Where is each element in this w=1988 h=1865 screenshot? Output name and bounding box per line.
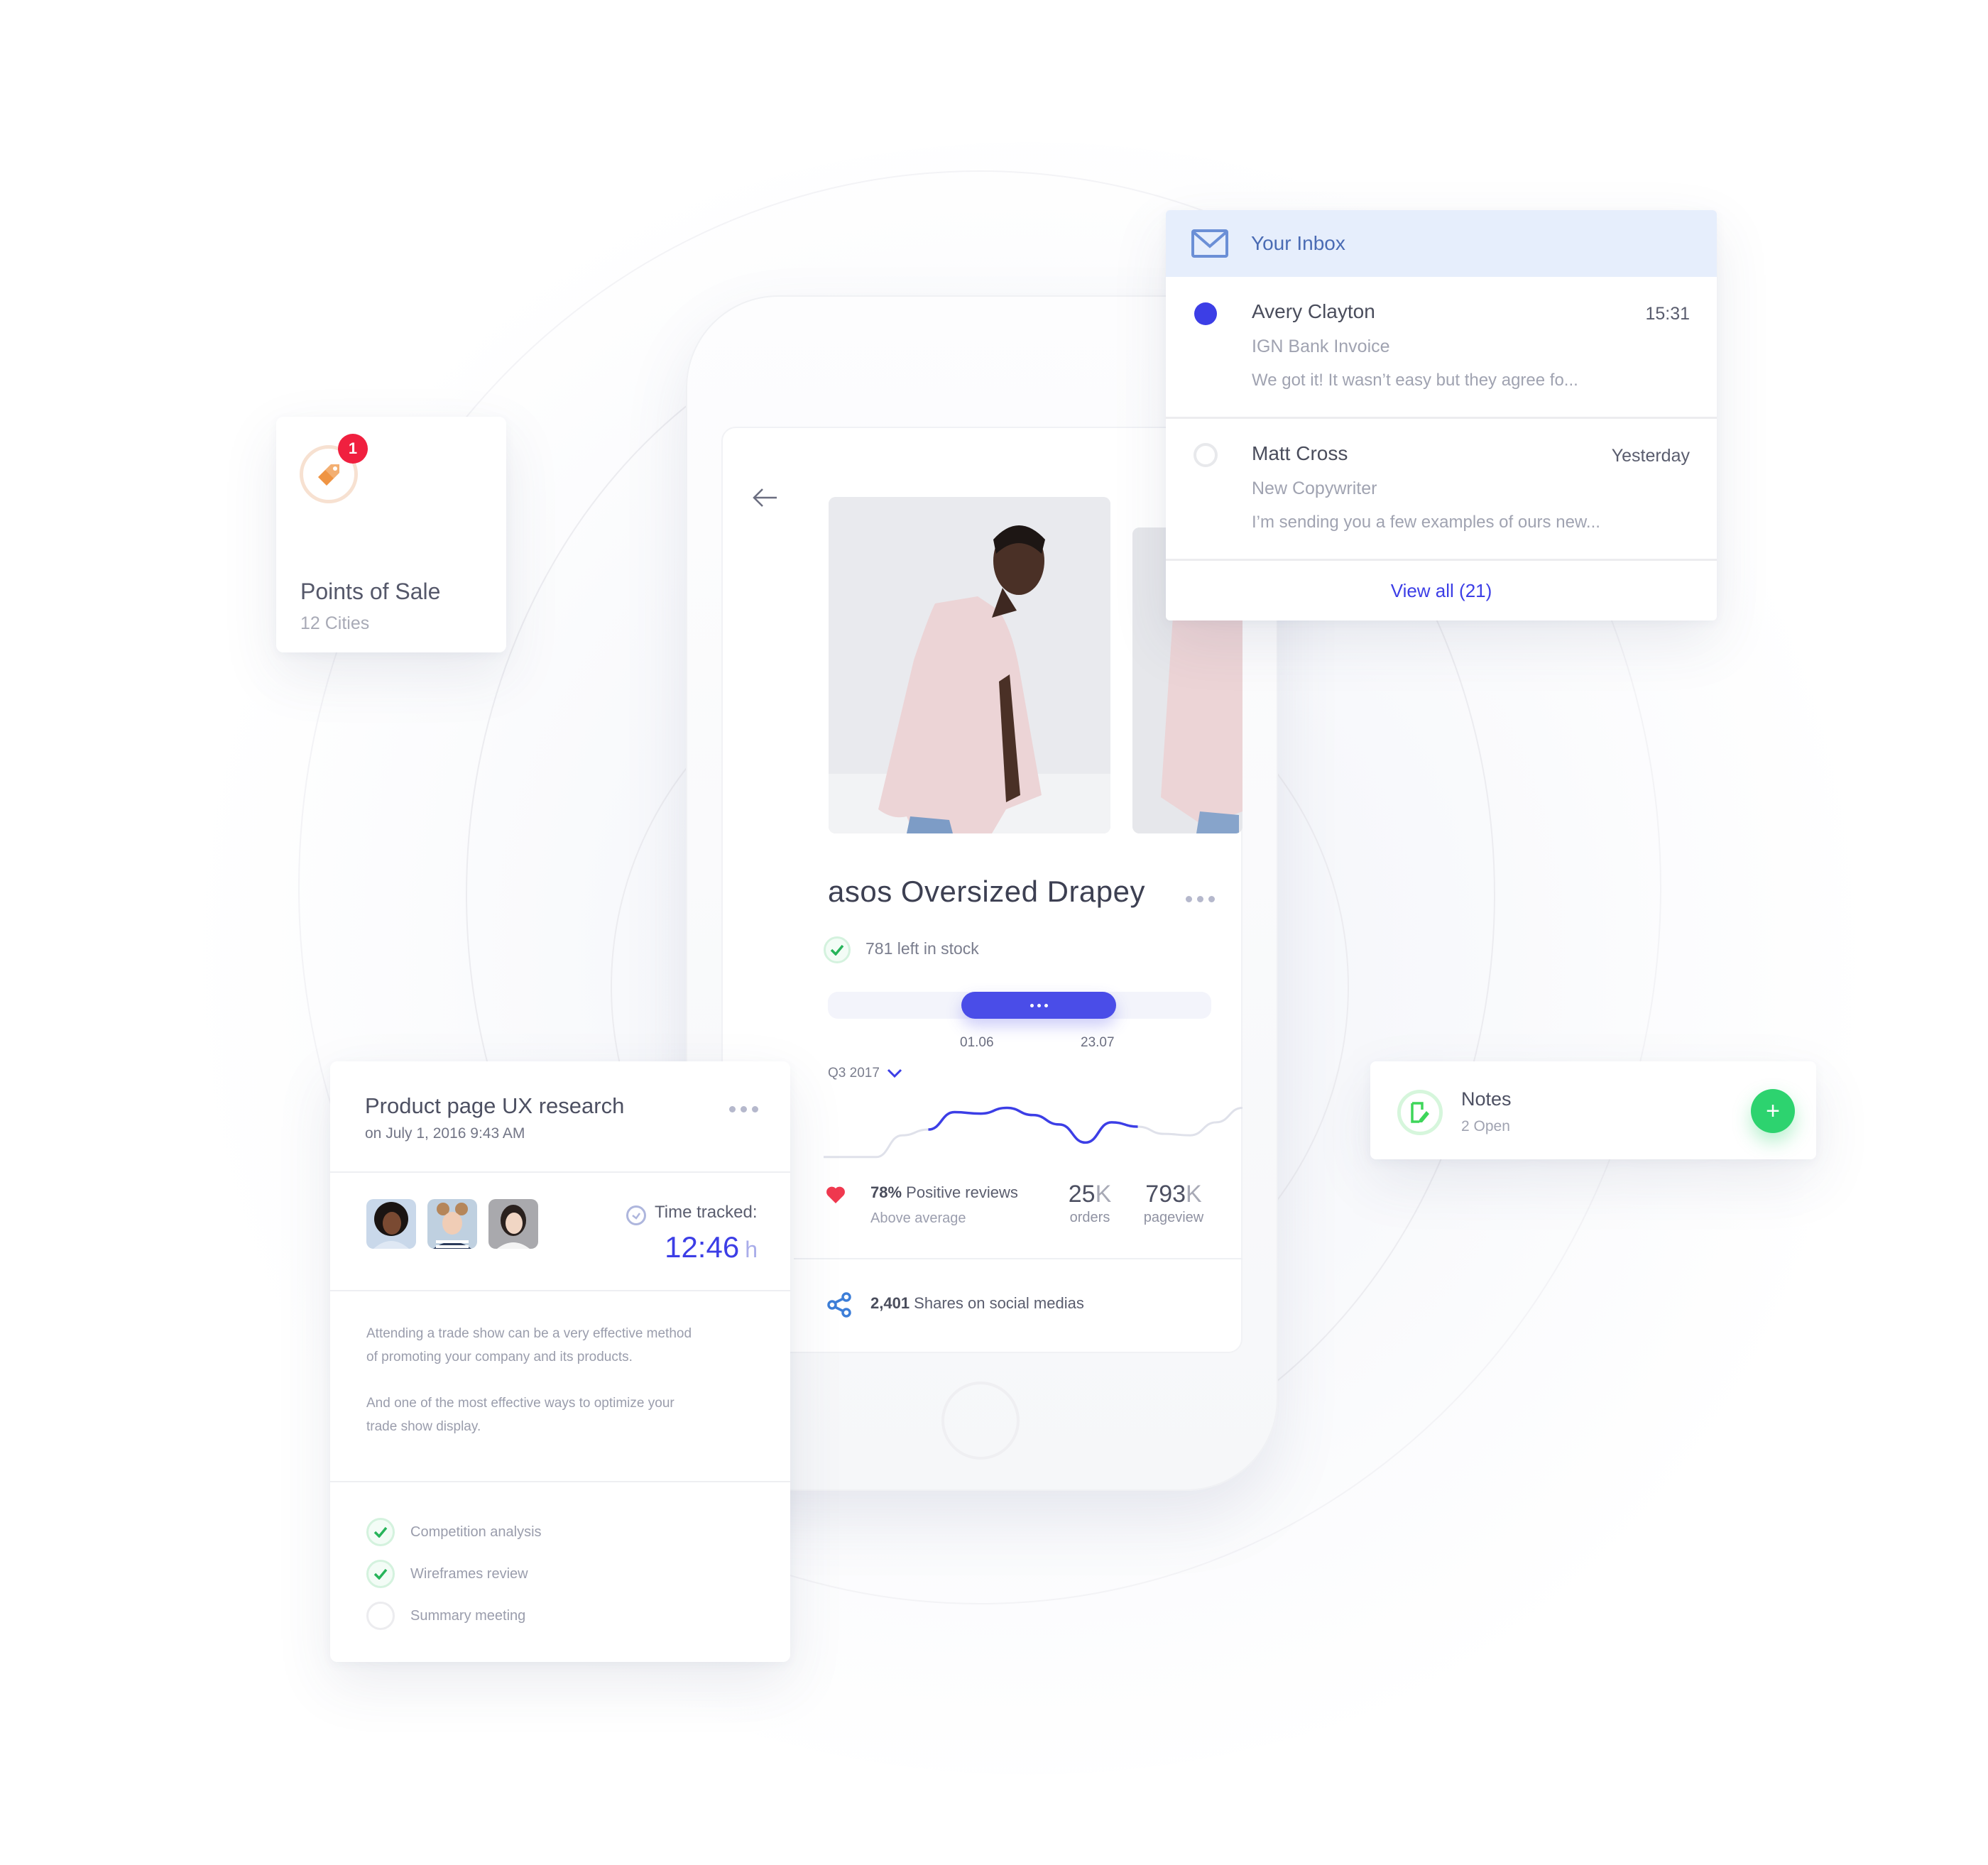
dot-icon <box>1197 896 1203 902</box>
view-all-link[interactable]: View all (21) <box>1166 561 1717 602</box>
task-label: Summary meeting <box>410 1607 526 1624</box>
mail-preview: We got it! It wasn’t easy but they agree… <box>1252 371 1578 390</box>
dot-icon <box>741 1106 747 1112</box>
heart-icon <box>826 1186 845 1203</box>
avatar[interactable] <box>488 1199 538 1249</box>
mail-item[interactable]: Matt Cross Yesterday New Copywriter I’m … <box>1166 419 1717 561</box>
phone-home-button[interactable] <box>941 1382 1020 1460</box>
dot-icon <box>1186 896 1192 902</box>
inbox-title: Your Inbox <box>1251 232 1345 254</box>
reviews-percent: 78% <box>870 1183 902 1201</box>
shares-count: 2,401 <box>870 1294 910 1312</box>
pageview-value: 793 <box>1145 1181 1186 1208</box>
envelope-icon <box>1191 229 1228 258</box>
mail-sender: Avery Clayton <box>1252 300 1375 322</box>
description-paragraph: Attending a trade show can be a very eff… <box>366 1326 692 1364</box>
shares-label: Shares on social medias <box>910 1294 1084 1312</box>
mail-time: 15:31 <box>1645 304 1690 324</box>
task-label: Competition analysis <box>410 1524 542 1540</box>
trend-chart <box>824 1106 1242 1159</box>
read-indicator-icon <box>1194 443 1218 467</box>
chevron-down-icon <box>887 1068 902 1078</box>
dot-icon <box>1208 896 1215 902</box>
clock-icon <box>626 1205 646 1225</box>
pos-subtitle: 12 Cities <box>300 613 370 633</box>
reviews-label: Positive reviews <box>902 1183 1018 1201</box>
divider <box>794 1258 1242 1259</box>
inbox-header[interactable]: Your Inbox <box>1166 210 1717 277</box>
orders-value: 25 <box>1068 1181 1096 1208</box>
share-icon[interactable] <box>827 1292 851 1318</box>
mail-item[interactable]: Avery Clayton 15:31 IGN Bank Invoice We … <box>1166 277 1717 419</box>
stock-check-icon <box>824 936 851 963</box>
pageview-label: pageview <box>1143 1210 1204 1225</box>
shares-summary: 2,401 Shares on social medias <box>870 1294 1084 1313</box>
mail-subject: New Copywriter <box>1252 478 1377 498</box>
inbox-card: Your Inbox Avery Clayton 15:31 IGN Bank … <box>1166 210 1717 620</box>
ux-more-button[interactable] <box>729 1106 758 1112</box>
product-image-main[interactable] <box>829 497 1110 833</box>
orders-label: orders <box>1069 1210 1110 1225</box>
mail-time: Yesterday <box>1611 446 1690 466</box>
reviews-subtitle: Above average <box>870 1210 966 1226</box>
note-icon-container <box>1397 1090 1443 1135</box>
task-item[interactable]: Wireframes review <box>366 1560 528 1588</box>
avatar[interactable] <box>427 1199 477 1249</box>
orders-unit: K <box>1095 1181 1112 1208</box>
dot-icon <box>729 1106 736 1112</box>
mail-subject: IGN Bank Invoice <box>1252 337 1390 356</box>
points-of-sale-card[interactable]: 1 Points of Sale 12 Cities <box>276 417 506 652</box>
checkbox-unchecked-icon[interactable] <box>366 1602 395 1630</box>
task-label: Wireframes review <box>410 1565 528 1582</box>
divider <box>330 1171 790 1173</box>
back-arrow-icon[interactable] <box>753 487 778 508</box>
pageview-stat: 793K pageview <box>1136 1181 1211 1226</box>
range-start-label: 01.06 <box>960 1035 994 1050</box>
unread-indicator-icon <box>1194 302 1217 325</box>
period-dropdown[interactable]: Q3 2017 <box>828 1066 902 1081</box>
stock-status: 781 left in stock <box>865 939 979 958</box>
description-paragraph: And one of the most effective ways to op… <box>366 1396 674 1434</box>
divider <box>330 1290 790 1291</box>
pageview-unit: K <box>1186 1181 1202 1208</box>
range-end-label: 23.07 <box>1081 1035 1115 1050</box>
time-unit: h <box>745 1237 758 1262</box>
task-item[interactable]: Competition analysis <box>366 1518 542 1546</box>
ux-card-title: Product page UX research <box>365 1093 625 1118</box>
time-tracked-value: 12:46 h <box>665 1230 758 1264</box>
checkbox-checked-icon[interactable] <box>366 1518 395 1546</box>
ux-card-description: Attending a trade show can be a very eff… <box>366 1322 693 1438</box>
time-tracked-label: Time tracked: <box>655 1203 758 1222</box>
product-title: asos Oversized Drapey <box>828 875 1146 908</box>
checkbox-checked-icon[interactable] <box>366 1560 395 1588</box>
notes-card[interactable]: Notes 2 Open + <box>1370 1061 1816 1159</box>
period-label: Q3 2017 <box>828 1066 880 1081</box>
note-edit-icon <box>1411 1102 1429 1123</box>
mail-sender: Matt Cross <box>1252 442 1348 464</box>
date-range-handle[interactable] <box>961 992 1116 1019</box>
pos-title: Points of Sale <box>300 579 441 604</box>
ux-card-date: on July 1, 2016 9:43 AM <box>365 1125 525 1142</box>
dot-icon <box>752 1106 758 1112</box>
orders-stat: 25K orders <box>1063 1181 1117 1226</box>
notes-subtitle: 2 Open <box>1461 1118 1510 1134</box>
add-note-button[interactable]: + <box>1751 1089 1795 1133</box>
price-tag-icon <box>318 464 339 486</box>
task-item[interactable]: Summary meeting <box>366 1602 525 1630</box>
notification-badge: 1 <box>338 434 368 464</box>
divider <box>330 1481 790 1482</box>
time-value: 12:46 <box>665 1230 740 1264</box>
avatar[interactable] <box>366 1199 416 1249</box>
ux-research-card: Product page UX research on July 1, 2016… <box>330 1061 790 1662</box>
dot-icon <box>1030 1003 1034 1007</box>
reviews-summary: 78% Positive reviews <box>870 1183 1018 1202</box>
trend-line-highlight <box>928 1106 1138 1144</box>
mail-preview: I’m sending you a few examples of ours n… <box>1252 513 1600 532</box>
dot-icon <box>1044 1003 1048 1007</box>
dot-icon <box>1037 1003 1041 1007</box>
notes-title: Notes <box>1461 1088 1512 1110</box>
product-more-button[interactable] <box>1186 896 1215 902</box>
